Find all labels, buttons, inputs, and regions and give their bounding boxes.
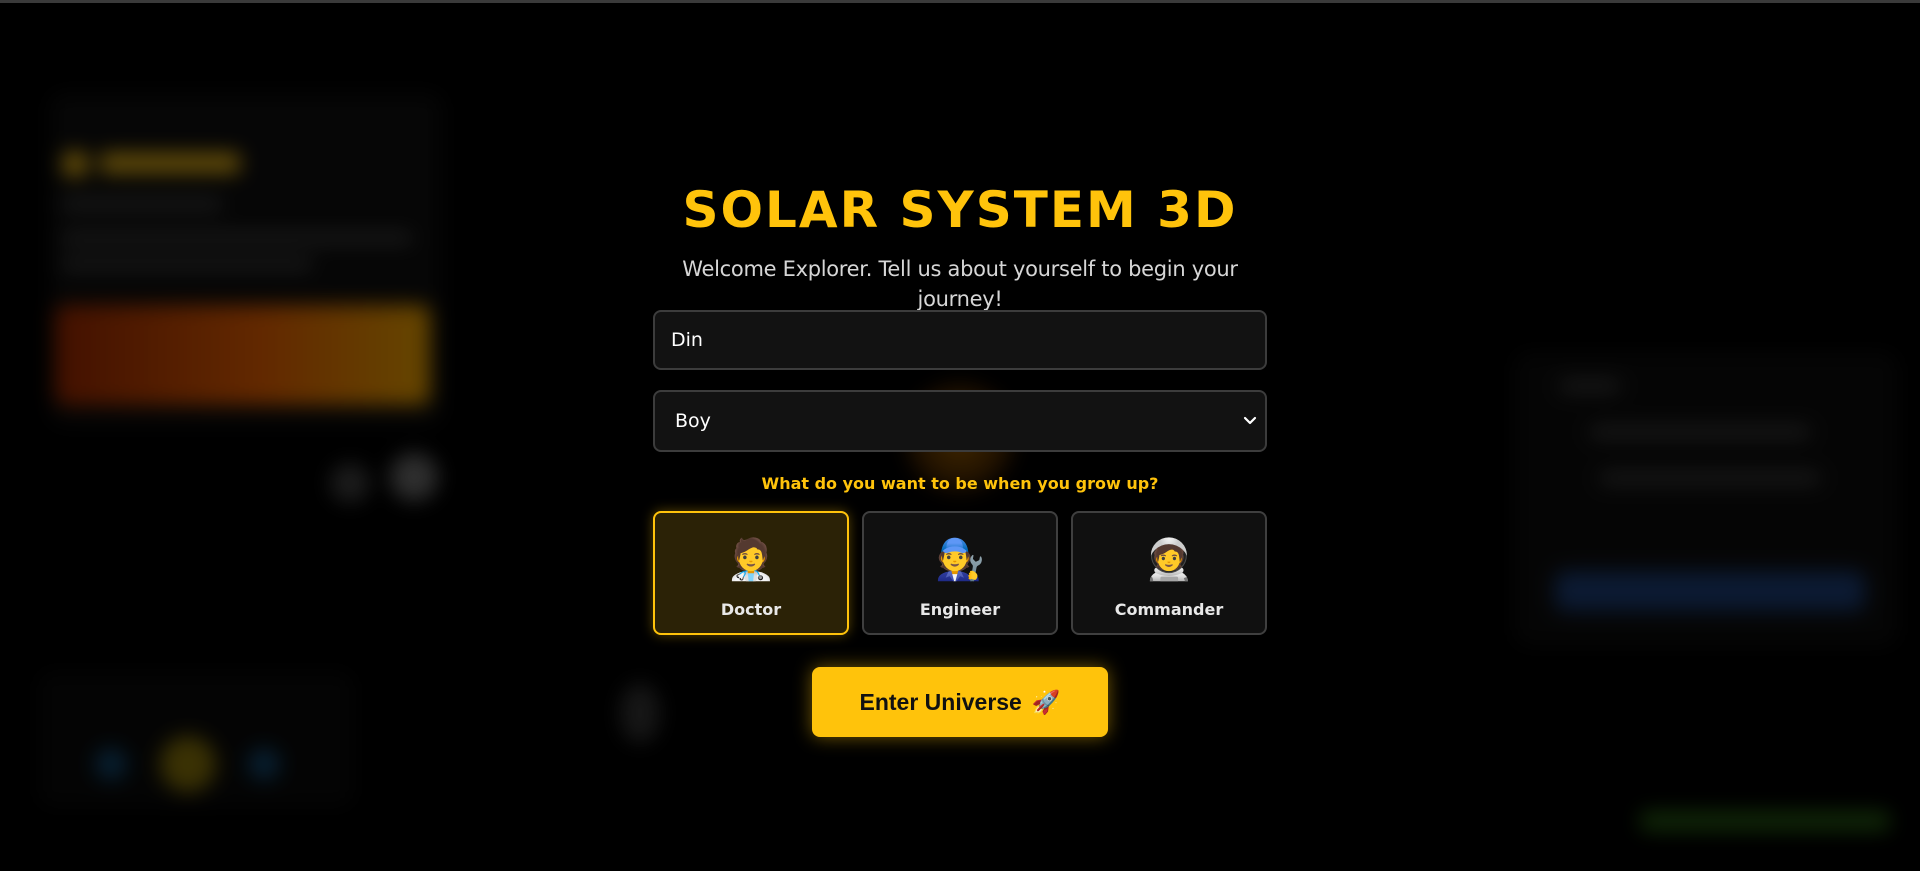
career-question: What do you want to be when you grow up? bbox=[761, 474, 1159, 493]
app-title: SOLAR SYSTEM 3D bbox=[682, 181, 1238, 239]
bg-circle bbox=[390, 453, 438, 501]
bg-text-line bbox=[62, 259, 312, 269]
chevron-down-icon bbox=[1243, 416, 1257, 425]
name-input[interactable] bbox=[653, 310, 1267, 370]
bg-title-block bbox=[100, 153, 240, 173]
career-option-commander[interactable]: 🧑‍🚀 Commander bbox=[1071, 511, 1267, 635]
bg-text-line bbox=[62, 199, 222, 209]
bg-planet bbox=[95, 748, 127, 780]
bg-text-line bbox=[1600, 473, 1820, 483]
career-label: Doctor bbox=[720, 600, 782, 619]
career-option-engineer[interactable]: 🧑‍🔧 Engineer bbox=[862, 511, 1058, 635]
bg-circle bbox=[330, 463, 370, 503]
welcome-subtitle: Welcome Explorer. Tell us about yourself… bbox=[682, 257, 1238, 311]
astronaut-icon: 🧑‍🚀 bbox=[1144, 538, 1194, 582]
bg-blue-button bbox=[1555, 571, 1865, 611]
career-label: Commander bbox=[1114, 600, 1224, 619]
bg-text-line bbox=[1560, 381, 1620, 391]
rocket-icon: 🚀 bbox=[1031, 688, 1061, 715]
enter-universe-button[interactable]: Enter Universe 🚀 bbox=[812, 667, 1108, 737]
bg-green-bar bbox=[1640, 811, 1890, 831]
bg-text-line bbox=[1590, 427, 1810, 437]
enter-universe-label: Enter Universe bbox=[859, 688, 1022, 715]
gender-select-value: Boy bbox=[675, 410, 711, 432]
career-label: Engineer bbox=[919, 600, 1001, 619]
bg-sun-icon bbox=[62, 151, 88, 177]
engineer-icon: 🧑‍🔧 bbox=[935, 538, 985, 582]
onboarding-modal: SOLAR SYSTEM 3D Welcome Explorer. Tell u… bbox=[653, 170, 1267, 750]
bg-text-line bbox=[62, 233, 412, 243]
career-option-doctor[interactable]: 🧑‍⚕️ Doctor bbox=[653, 511, 849, 635]
gender-select[interactable]: Boy bbox=[653, 390, 1267, 452]
bg-planet bbox=[248, 748, 280, 780]
bg-highlight-card bbox=[55, 305, 430, 405]
bg-planet bbox=[160, 736, 216, 792]
doctor-icon: 🧑‍⚕️ bbox=[726, 538, 776, 582]
